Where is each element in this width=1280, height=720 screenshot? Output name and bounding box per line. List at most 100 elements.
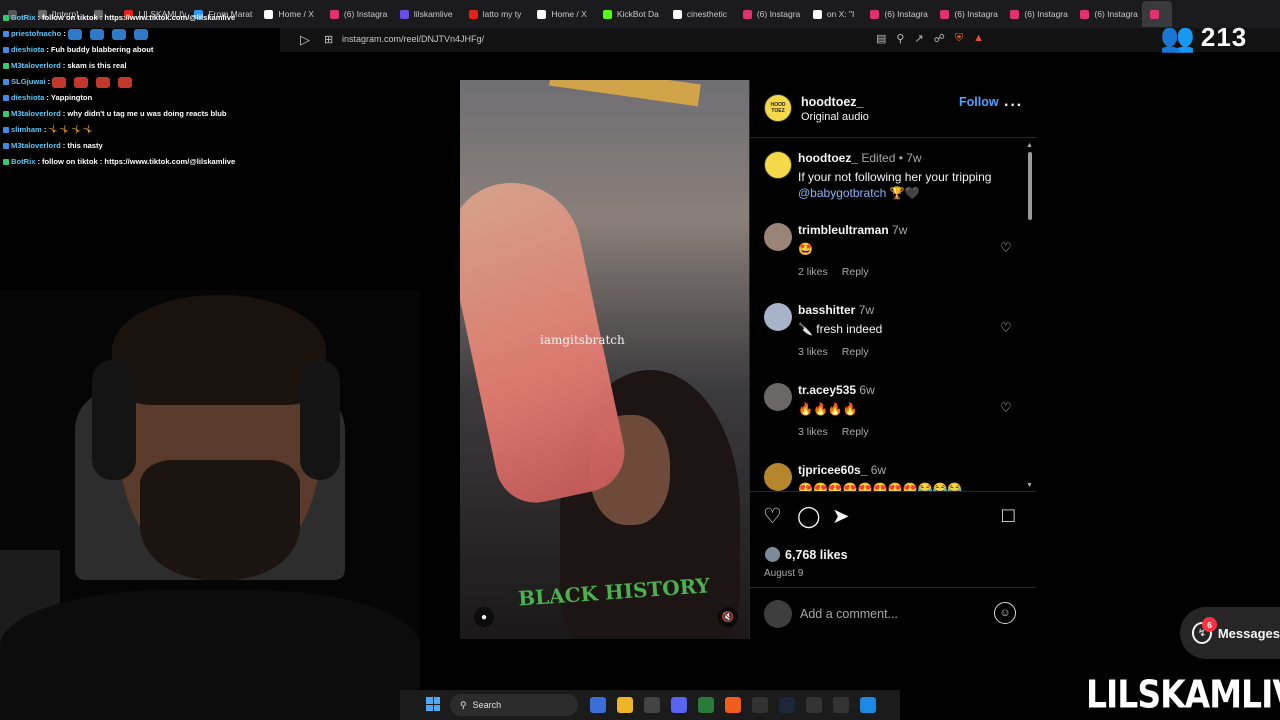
- site-settings-icon[interactable]: ⊞: [324, 33, 333, 46]
- save-bookmark-icon[interactable]: □: [1002, 504, 1015, 528]
- commenter-avatar[interactable]: [764, 223, 792, 251]
- browser-tab[interactable]: latto my ty: [461, 1, 530, 27]
- scroll-up-icon[interactable]: ▲: [1026, 142, 1033, 149]
- chat-badge-icon: [3, 79, 9, 85]
- commenter-name[interactable]: tjpricee60s_: [798, 463, 867, 477]
- commenter-avatar[interactable]: [764, 383, 792, 411]
- windows-start-icon[interactable]: [426, 697, 440, 711]
- commenter-avatar[interactable]: [764, 463, 792, 491]
- brave-browser-icon[interactable]: [725, 697, 741, 713]
- likes-row[interactable]: 6,768 likes: [764, 546, 848, 563]
- address-bar[interactable]: ▷ ⊞ instagram.com/reel/DNJTVn4JHFg/ ▤ ⚲ …: [280, 28, 1280, 52]
- reply-button[interactable]: Reply: [842, 266, 869, 278]
- browser-tab[interactable]: KickBot Da: [595, 1, 665, 27]
- author-name[interactable]: hoodtoez_: [801, 95, 864, 109]
- follow-button[interactable]: Follow: [959, 95, 999, 109]
- comment-time: 6w: [870, 463, 887, 477]
- tab-label: Home / X: [551, 9, 587, 19]
- browser-tab[interactable]: (6) Instagra: [932, 1, 1002, 27]
- chat-separator: :: [46, 45, 49, 54]
- emoji-icon[interactable]: ☺: [994, 602, 1016, 624]
- browser-tab[interactable]: (6) Instagra: [1072, 1, 1142, 27]
- taskbar-apps: [590, 697, 876, 713]
- comment-text: 😍😍😍😍😍😍😍😍😂😂😂: [798, 482, 963, 491]
- taskbar-search[interactable]: ⚲ Search: [450, 694, 578, 716]
- mute-icon[interactable]: 🔇: [718, 607, 738, 627]
- reply-button[interactable]: Reply: [842, 346, 869, 358]
- more-options-icon[interactable]: ···: [1004, 97, 1023, 115]
- comment-meta: 2 likes Reply: [798, 266, 869, 278]
- share-icon[interactable]: ➤: [832, 504, 850, 529]
- comments-list[interactable]: hoodtoez_ Edited • 7w If your not follow…: [750, 139, 1037, 491]
- like-heart-icon[interactable]: ♡: [763, 504, 782, 529]
- brave-shield-icon[interactable]: ⛨: [955, 32, 963, 45]
- chat-separator: :: [63, 29, 66, 38]
- file-explorer-icon[interactable]: [617, 697, 633, 713]
- reader-mode-icon[interactable]: ▤: [876, 32, 886, 45]
- likes-count[interactable]: 6,768 likes: [785, 548, 848, 562]
- post-panel: HOOD TOEZ hoodtoez_ Original audio Follo…: [749, 80, 1037, 639]
- browser-tab[interactable]: on X: "I: [805, 1, 863, 27]
- chat-emote-icon: [111, 28, 126, 40]
- comments-scrollbar[interactable]: ▲ ▼: [1026, 142, 1034, 492]
- tab-favicon-icon: [537, 9, 547, 19]
- messages-badge: 6: [1202, 617, 1217, 632]
- audio-label[interactable]: Original audio: [801, 111, 869, 123]
- commenter-name[interactable]: basshitter: [798, 303, 855, 317]
- tab-favicon-icon: [1080, 9, 1090, 19]
- browser-tab[interactable]: lilskamlive: [392, 1, 461, 27]
- caption-avatar[interactable]: [764, 151, 792, 179]
- share-icon[interactable]: ↗: [914, 32, 923, 45]
- browser-tab[interactable]: cinesthetic: [665, 1, 735, 27]
- copilot-icon[interactable]: [590, 697, 606, 713]
- comment-likes[interactable]: 3 likes: [798, 426, 828, 438]
- author-avatar[interactable]: HOOD TOEZ: [764, 94, 792, 122]
- messages-button[interactable]: ↯ 6 Messages: [1180, 607, 1280, 659]
- obs-icon[interactable]: [752, 697, 768, 713]
- app-icon[interactable]: [806, 697, 822, 713]
- comment-likes[interactable]: 3 likes: [798, 346, 828, 358]
- caption-author[interactable]: hoodtoez_: [798, 151, 858, 165]
- steam-icon[interactable]: [779, 697, 795, 713]
- comment-likes[interactable]: 2 likes: [798, 266, 828, 278]
- discord-icon[interactable]: [671, 697, 687, 713]
- browser-tab[interactable]: (6) Instagra: [735, 1, 805, 27]
- commenter-name[interactable]: tr.acey535: [798, 383, 856, 397]
- chat-badge-icon: [3, 111, 9, 117]
- store-icon[interactable]: [644, 697, 660, 713]
- browser-tab[interactable]: (6) Instagra: [1002, 1, 1072, 27]
- browser-tab[interactable]: Home / X: [529, 1, 594, 27]
- zoom-icon[interactable]: ⚲: [896, 32, 904, 45]
- app-icon[interactable]: [833, 697, 849, 713]
- comment-icon[interactable]: ◯: [797, 504, 821, 529]
- scroll-thumb[interactable]: [1028, 152, 1032, 220]
- brave-rewards-icon[interactable]: ▲: [973, 32, 984, 45]
- link-icon[interactable]: ☍: [934, 32, 945, 45]
- comment-like-heart-icon[interactable]: ♡: [1000, 240, 1012, 256]
- chat-text: Yappington: [50, 93, 93, 102]
- chat-separator: :: [43, 125, 47, 134]
- caption-body: If your not following her your tripping: [798, 170, 992, 184]
- tab-label: cinesthetic: [686, 9, 727, 19]
- commenter-name[interactable]: trimbleultraman: [798, 223, 889, 237]
- app-icon[interactable]: [698, 697, 714, 713]
- post-date: August 9: [764, 568, 804, 579]
- chat-message: M3taloverlord : this nasty: [3, 138, 303, 154]
- comment-input[interactable]: [800, 604, 990, 624]
- chat-badge-icon: [3, 143, 9, 149]
- browser-tab[interactable]: (6) Instagra: [862, 1, 932, 27]
- caption-mention[interactable]: @babygotbratch: [798, 186, 886, 200]
- commenter-avatar[interactable]: [764, 303, 792, 331]
- browser-tab[interactable]: (6) Instagra: [322, 1, 392, 27]
- comment-like-heart-icon[interactable]: ♡: [1000, 320, 1012, 336]
- viewer-count: 👥 213: [1160, 22, 1247, 53]
- comment-header: tr.acey535 6w: [798, 383, 875, 397]
- tagged-users-icon[interactable]: ●: [474, 607, 494, 627]
- photos-icon[interactable]: [860, 697, 876, 713]
- reel-video[interactable]: iamgitsbratch BLACK HISTORY ● 🔇: [460, 80, 749, 639]
- scroll-down-icon[interactable]: ▼: [1026, 482, 1033, 489]
- comment-time: 6w: [859, 383, 875, 397]
- comment-like-heart-icon[interactable]: ♡: [1000, 400, 1012, 416]
- reply-button[interactable]: Reply: [842, 426, 869, 438]
- url-text[interactable]: instagram.com/reel/DNJTVn4JHFg/: [342, 34, 484, 44]
